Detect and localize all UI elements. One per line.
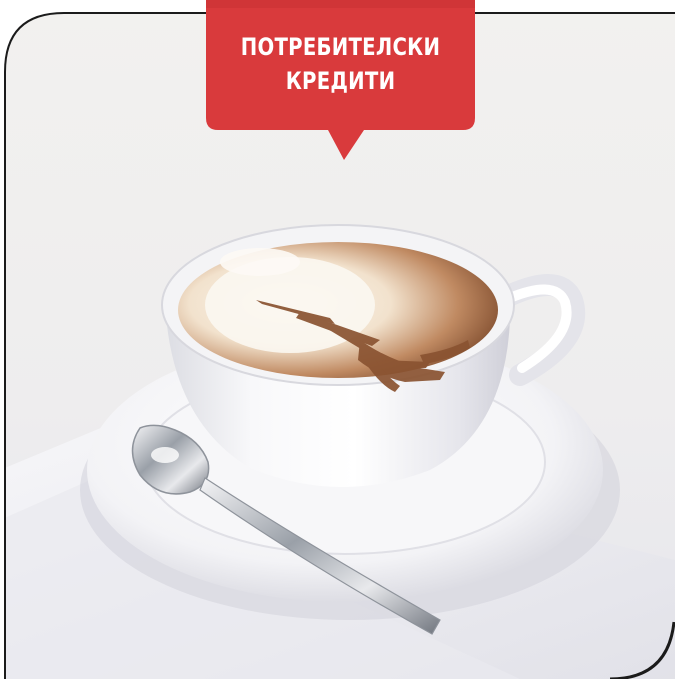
- banner-title-line1: ПОТРЕБИТЕЛСКИ: [240, 33, 441, 61]
- promo-card: ПОТРЕБИТЕЛСКИ КРЕДИТИ: [0, 0, 675, 679]
- banner-title: ПОТРЕБИТЕЛСКИ КРЕДИТИ: [230, 30, 451, 98]
- banner-title-line2: КРЕДИТИ: [285, 67, 396, 95]
